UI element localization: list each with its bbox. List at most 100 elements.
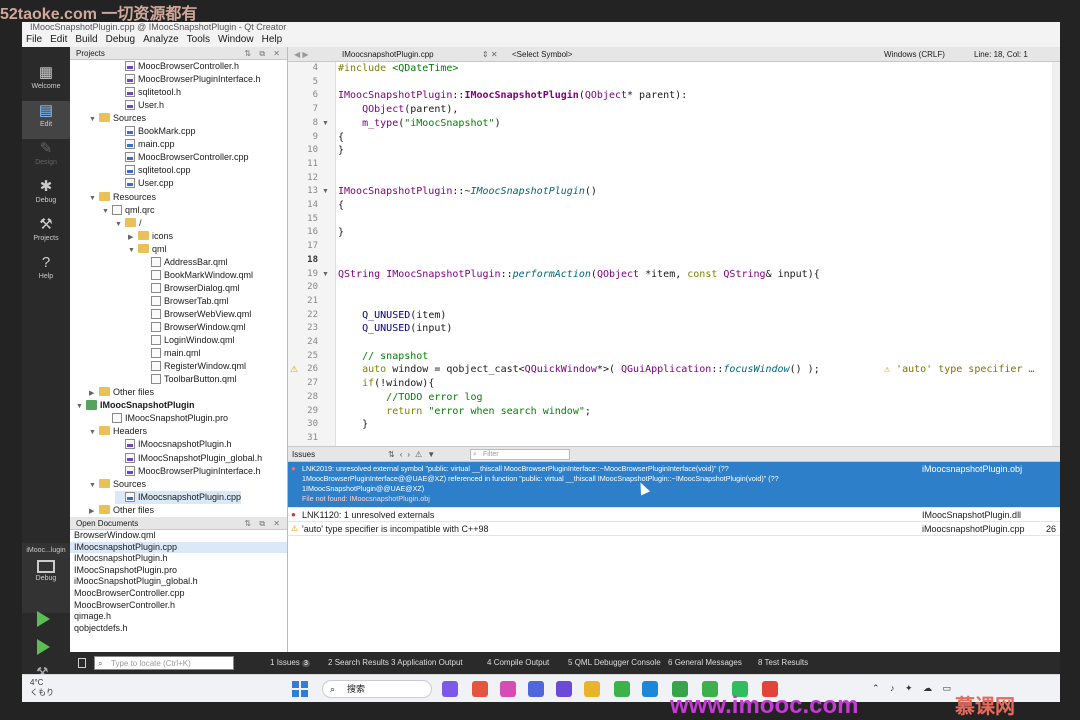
code-line[interactable]: return "error when search window"; <box>338 406 591 417</box>
code-editor[interactable]: 4 5 6 7 8 ▼ 9 10 11 12 13 ▼ 14 15 16 17 18 19 ▼ 20 21 22 23 24 2… <box>288 62 1060 446</box>
tree-item[interactable]: BrowserWindow.qml <box>141 321 246 334</box>
open-document-item[interactable]: IMoocSnapshotPlugin.pro <box>70 565 287 577</box>
output-tab[interactable]: 1 Issues 3 <box>270 652 310 674</box>
code-line[interactable]: } <box>338 419 368 430</box>
open-document-item[interactable]: IMoocsnapshotPlugin.h <box>70 553 287 565</box>
tree-item[interactable]: ▼ Sources <box>89 478 146 491</box>
sidebar-toggle-icon[interactable] <box>78 658 86 668</box>
folder-icon[interactable] <box>584 681 600 697</box>
tree-item[interactable]: BrowserWebView.qml <box>141 308 251 321</box>
app-icon[interactable] <box>442 681 458 697</box>
code-line[interactable]: // snapshot <box>338 351 428 362</box>
mode-help[interactable]: ? Help <box>22 253 70 291</box>
tree-item[interactable]: ▼ Sources <box>89 112 146 125</box>
code-line[interactable]: Q_UNUSED(input) <box>338 323 452 334</box>
tree-item[interactable]: ▼ Resources <box>89 191 156 204</box>
code-line[interactable]: IMoocSnapshotPlugin::IMoocSnapshotPlugin… <box>338 90 687 101</box>
tree-item[interactable]: IMoocSnapshotPlugin_global.h <box>115 452 262 465</box>
tree-item[interactable]: ▼ qml <box>128 243 167 256</box>
tree-item[interactable]: MoocBrowserController.cpp <box>115 151 249 164</box>
menu-edit[interactable]: Edit <box>50 34 67 45</box>
open-document-item[interactable]: MoocBrowserController.cpp <box>70 588 287 600</box>
tree-item[interactable]: ▼ IMoocSnapshotPlugin <box>76 399 195 412</box>
fold-marker[interactable]: ▼ <box>322 120 329 127</box>
menu-tools[interactable]: Tools <box>187 34 210 45</box>
menu-help[interactable]: Help <box>262 34 283 45</box>
tree-item[interactable]: BookMark.cpp <box>115 125 196 138</box>
tree-item[interactable]: RegisterWindow.qml <box>141 360 246 373</box>
mode-projects[interactable]: ⚒ Projects <box>22 215 70 253</box>
app-icon[interactable] <box>556 681 572 697</box>
tree-item[interactable]: IMoocSnapshotPlugin.pro <box>102 412 228 425</box>
output-tab[interactable]: 5 QML Debugger Console <box>568 652 661 674</box>
code-line[interactable]: { <box>338 200 344 211</box>
code-line[interactable]: IMoocSnapshotPlugin::~IMoocSnapshotPlugi… <box>338 186 597 197</box>
tree-item[interactable]: LoginWindow.qml <box>141 334 235 347</box>
app-icon[interactable] <box>500 681 516 697</box>
tree-item[interactable]: ▶ Other files <box>89 386 154 399</box>
tree-item[interactable]: ▼ qml.qrc <box>102 204 155 217</box>
app-icon[interactable] <box>472 681 488 697</box>
file-selector[interactable]: IMoocsnapshotPlugin.cpp <box>342 47 434 62</box>
code-line[interactable]: #include <QDateTime> <box>338 63 458 74</box>
chevron-icon[interactable]: ▼ <box>89 479 99 492</box>
issues-filter-input[interactable]: ⌕ Filter <box>470 449 570 460</box>
tree-item[interactable]: MoocBrowserPluginInterface.h <box>115 73 261 86</box>
open-document-item[interactable]: iMoocSnapshotPlugin_global.h <box>70 576 287 588</box>
windows-start-icon[interactable] <box>292 681 308 697</box>
code-line[interactable]: QObject(parent), <box>338 104 458 115</box>
open-document-item[interactable]: qobjectdefs.h <box>70 623 287 635</box>
wechat-icon[interactable] <box>614 681 630 697</box>
chevron-icon[interactable]: ▼ <box>102 205 112 218</box>
code-line[interactable]: Q_UNUSED(item) <box>338 310 446 321</box>
code-line[interactable]: auto window = qobject_cast<QQuickWindow*… <box>338 364 820 375</box>
vertical-scrollbar[interactable] <box>1052 62 1060 446</box>
menu-build[interactable]: Build <box>75 34 97 45</box>
open-document-item[interactable]: IMoocsnapshotPlugin.cpp <box>70 541 287 554</box>
chevron-icon[interactable]: ▶ <box>89 387 99 400</box>
symbol-selector[interactable]: <Select Symbol> <box>512 47 572 62</box>
kit-selector[interactable]: iMooc...lugin Debug <box>22 543 70 613</box>
output-tab[interactable]: 6 General Messages <box>668 652 742 674</box>
tree-item[interactable]: User.h <box>115 99 164 112</box>
code-line[interactable]: m_type("iMoocSnapshot") <box>338 118 501 129</box>
fold-marker[interactable]: ▼ <box>322 188 329 195</box>
run-button[interactable] <box>37 611 50 627</box>
menu-analyze[interactable]: Analyze <box>143 34 179 45</box>
output-tab[interactable]: 2 Search Results <box>328 652 389 674</box>
chevron-icon[interactable]: ▼ <box>128 244 138 257</box>
mode-debug[interactable]: ✱ Debug <box>22 177 70 215</box>
chevron-icon[interactable]: ▶ <box>128 231 138 244</box>
mode-edit[interactable]: ▤ Edit <box>22 101 70 139</box>
tree-item[interactable]: ▶ icons <box>128 230 173 243</box>
issue-row[interactable]: ● LNK1120: 1 unresolved externals IMoocSna… <box>288 508 1060 522</box>
tree-item[interactable]: User.cpp <box>115 177 174 190</box>
chevron-icon[interactable]: ▶ <box>89 505 99 517</box>
tree-item[interactable]: MoocBrowserController.h <box>115 60 239 73</box>
tree-item[interactable]: ▶ Other files <box>89 504 154 517</box>
tree-item[interactable]: ▼ / <box>115 217 142 230</box>
encoding-label[interactable]: Windows (CRLF) <box>884 47 945 62</box>
tree-item[interactable]: main.cpp <box>115 138 175 151</box>
code-line[interactable]: } <box>338 145 344 156</box>
build-hammer-icon[interactable]: ⚒ <box>36 664 49 674</box>
tree-item[interactable]: BrowserDialog.qml <box>141 282 240 295</box>
tree-item[interactable]: ToolbarButton.qml <box>141 373 237 386</box>
nav-back-icon[interactable]: ◀ ▶ <box>294 47 309 62</box>
chevron-icon[interactable]: ▼ <box>89 192 99 205</box>
menu-file[interactable]: File <box>26 34 42 45</box>
code-line[interactable]: //TODO error log <box>338 392 482 403</box>
issue-row[interactable]: ● LNK2019: unresolved external symbol "pu… <box>288 462 1060 508</box>
tree-item[interactable]: IMoocsnapshotPlugin.h <box>115 438 232 451</box>
locator-input[interactable]: ⌕ Type to locate (Ctrl+K) <box>94 656 234 670</box>
mode-design[interactable]: ✎ Design <box>22 139 70 177</box>
weather-widget[interactable]: 4°C くもり <box>30 678 54 698</box>
fold-marker[interactable]: ▼ <box>322 271 329 278</box>
menu-debug[interactable]: Debug <box>106 34 135 45</box>
tree-item[interactable]: ▼ Headers <box>89 425 147 438</box>
code-line[interactable]: } <box>338 227 344 238</box>
edge-icon[interactable] <box>642 681 658 697</box>
issue-row[interactable]: ⚠'auto' type specifier is incompatible w… <box>288 522 1060 536</box>
tree-item[interactable]: sqlitetool.h <box>115 86 181 99</box>
chevron-icon[interactable]: ▼ <box>76 400 86 413</box>
